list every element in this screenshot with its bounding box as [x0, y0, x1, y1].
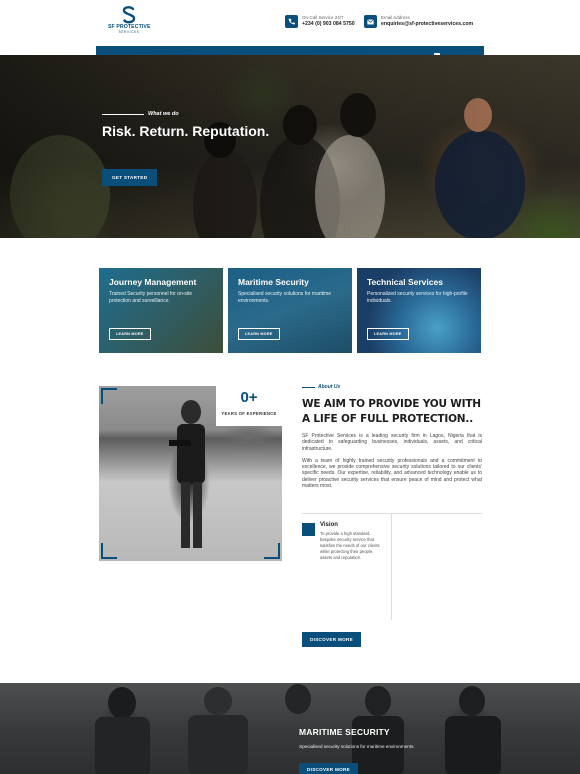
about-heading: WE AIM TO PROVIDE YOU WITH A LIFE OF FUL… [302, 398, 481, 425]
learn-more-button[interactable]: LEARN MORE [238, 328, 280, 340]
hero-content: What we do Risk. Return. Reputation. [102, 111, 269, 139]
vision-title: Vision [320, 522, 338, 528]
vision-text: To provide a high standard, bespoke secu… [320, 531, 380, 560]
eyebrow-line [302, 386, 315, 388]
phone-number[interactable]: +234 (0) 903 084 5750 [302, 21, 355, 28]
corner-accent [101, 388, 117, 404]
service-card-journey[interactable]: Journey Management Trained Security pers… [99, 268, 223, 353]
service-card-technical[interactable]: Technical Services Personalized security… [357, 268, 481, 353]
hero-eyebrow: What we do [102, 111, 269, 117]
banner-title: MARITIME SECURITY [299, 727, 390, 737]
logo-sub: SERVICES [118, 30, 140, 34]
service-card-title: Journey Management [109, 277, 197, 287]
maritime-banner: MARITIME SECURITY Specialised security s… [0, 683, 580, 774]
about-eyebrow-text: About Us [318, 384, 341, 390]
experience-number: 0+ [240, 389, 258, 406]
service-card-desc: Specialised security solutions for marit… [238, 291, 332, 304]
hero-title: Risk. Return. Reputation. [102, 123, 270, 139]
service-card-desc: Trained Security personnel for on-site p… [109, 291, 193, 304]
about-paragraph-2: With a team of highly trained security p… [302, 457, 482, 490]
corner-accent [101, 543, 117, 559]
get-started-button[interactable]: GET STARTED [102, 169, 158, 186]
email-icon [364, 15, 377, 28]
service-card-maritime[interactable]: Maritime Security Specialised security s… [228, 268, 352, 353]
experience-box: 0+ YEARS OF EXPERIENCE [216, 386, 282, 426]
banner-desc: Specialised security solutions for marit… [299, 744, 415, 749]
about-photo-person [169, 400, 205, 548]
hero-banner: What we do Risk. Return. Reputation. GET… [0, 55, 580, 238]
eyebrow-line [102, 113, 144, 115]
divider [391, 514, 392, 620]
learn-more-button[interactable]: LEARN MORE [367, 328, 409, 340]
divider [302, 513, 482, 514]
about-paragraph-1: SF Protective Services is a leading secu… [302, 433, 482, 452]
banner-photo-people [95, 684, 501, 774]
banner-discover-button[interactable]: DISCOVER MORE [299, 763, 358, 774]
site-header: SF PROTECTIVE SERVICES On-Call Service 2… [0, 0, 580, 46]
email-address[interactable]: enquiries@sf-protectiveservices.com [381, 21, 473, 28]
service-card-desc: Personalized security services for high-… [367, 291, 468, 304]
service-card-title: Maritime Security [238, 277, 309, 287]
service-cards: Journey Management Trained Security pers… [99, 268, 481, 353]
hero-photo-people [10, 93, 525, 238]
about-eyebrow: About Us [302, 384, 482, 390]
service-card-title: Technical Services [367, 277, 443, 287]
logo[interactable]: SF PROTECTIVE SERVICES [108, 6, 150, 42]
corner-accent [264, 543, 280, 559]
about-image-block: 0+ YEARS OF EXPERIENCE [99, 386, 282, 561]
experience-label: YEARS OF EXPERIENCE [221, 411, 277, 416]
hero-eyebrow-text: What we do [148, 111, 179, 117]
discover-more-button[interactable]: DISCOVER MORE [302, 632, 361, 647]
email-contact: Email Address enquiries@sf-protectiveser… [364, 15, 473, 28]
s-logo-icon [122, 6, 136, 24]
about-text-block: About Us WE AIM TO PROVIDE YOU WITH A LI… [302, 384, 482, 489]
phone-contact: On-Call Service 24/7 +234 (0) 903 084 57… [285, 15, 355, 28]
vision-icon [302, 523, 315, 536]
phone-icon [285, 15, 298, 28]
learn-more-button[interactable]: LEARN MORE [109, 328, 151, 340]
